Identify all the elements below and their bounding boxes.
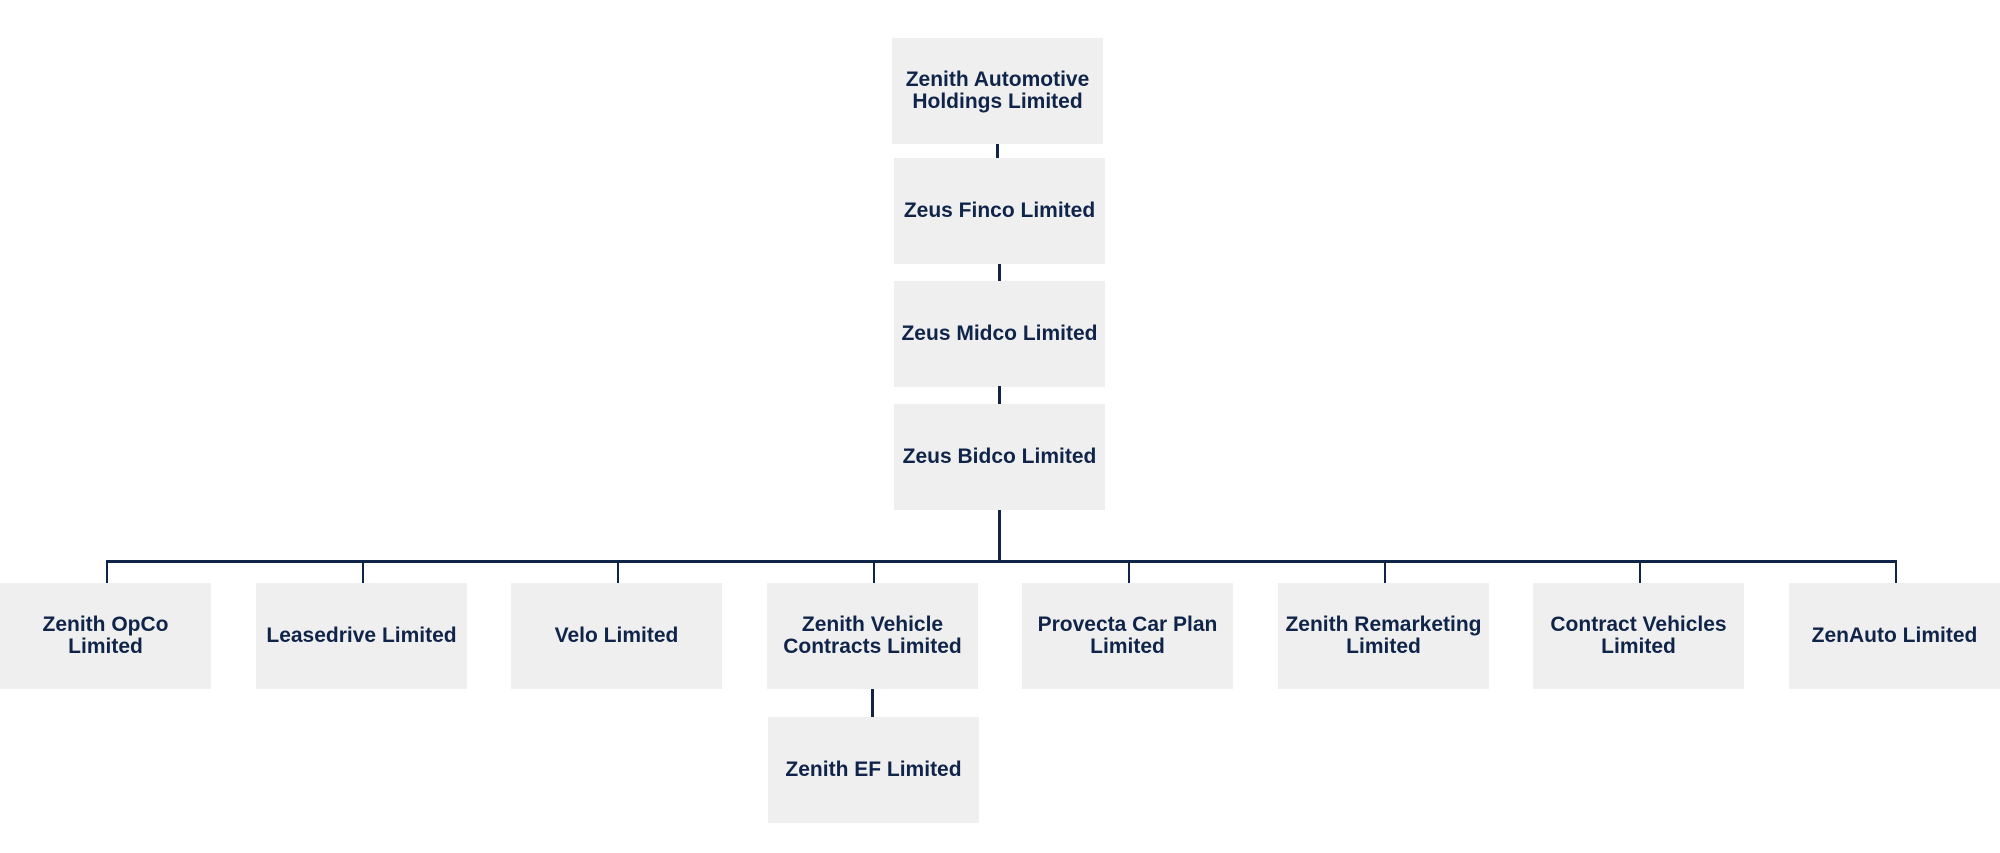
org-node-root: Zenith Automotive Holdings Limited xyxy=(892,38,1103,144)
org-node-ef: Zenith EF Limited xyxy=(768,717,979,823)
connector-zvc-ef xyxy=(871,689,874,717)
org-node-velo: Velo Limited xyxy=(511,583,722,689)
org-node-bidco: Zeus Bidco Limited xyxy=(894,404,1105,510)
org-node-finco: Zeus Finco Limited xyxy=(894,158,1105,264)
connector-bidco-contract xyxy=(1638,561,1641,583)
connector-root-finco xyxy=(996,144,999,158)
org-node-midco: Zeus Midco Limited xyxy=(894,281,1105,387)
connector-bidco-zvc xyxy=(872,561,875,583)
org-node-zenauto: ZenAuto Limited xyxy=(1789,583,2000,689)
connector-bidco-velo xyxy=(616,561,619,583)
connector-bidco-remarketing xyxy=(1383,561,1386,583)
connector-bidco-provecta xyxy=(1127,561,1130,583)
org-node-provecta: Provecta Car Plan Limited xyxy=(1022,583,1233,689)
org-node-contract: Contract Vehicles Limited xyxy=(1533,583,1744,689)
connector-bidco-zenauto xyxy=(1894,561,1897,583)
connector-finco-midco xyxy=(998,264,1001,281)
connector-bidco-leasedrive xyxy=(361,561,364,583)
org-node-opco: Zenith OpCo Limited xyxy=(0,583,211,689)
org-node-zvc: Zenith Vehicle Contracts Limited xyxy=(767,583,978,689)
connector-bidco-bus xyxy=(105,560,1897,563)
org-node-remarketing: Zenith Remarketing Limited xyxy=(1278,583,1489,689)
org-node-leasedrive: Leasedrive Limited xyxy=(256,583,467,689)
connector-bidco-opco xyxy=(105,561,108,583)
connector-bidco-trunk xyxy=(998,510,1001,562)
connector-midco-bidco xyxy=(998,386,1001,404)
